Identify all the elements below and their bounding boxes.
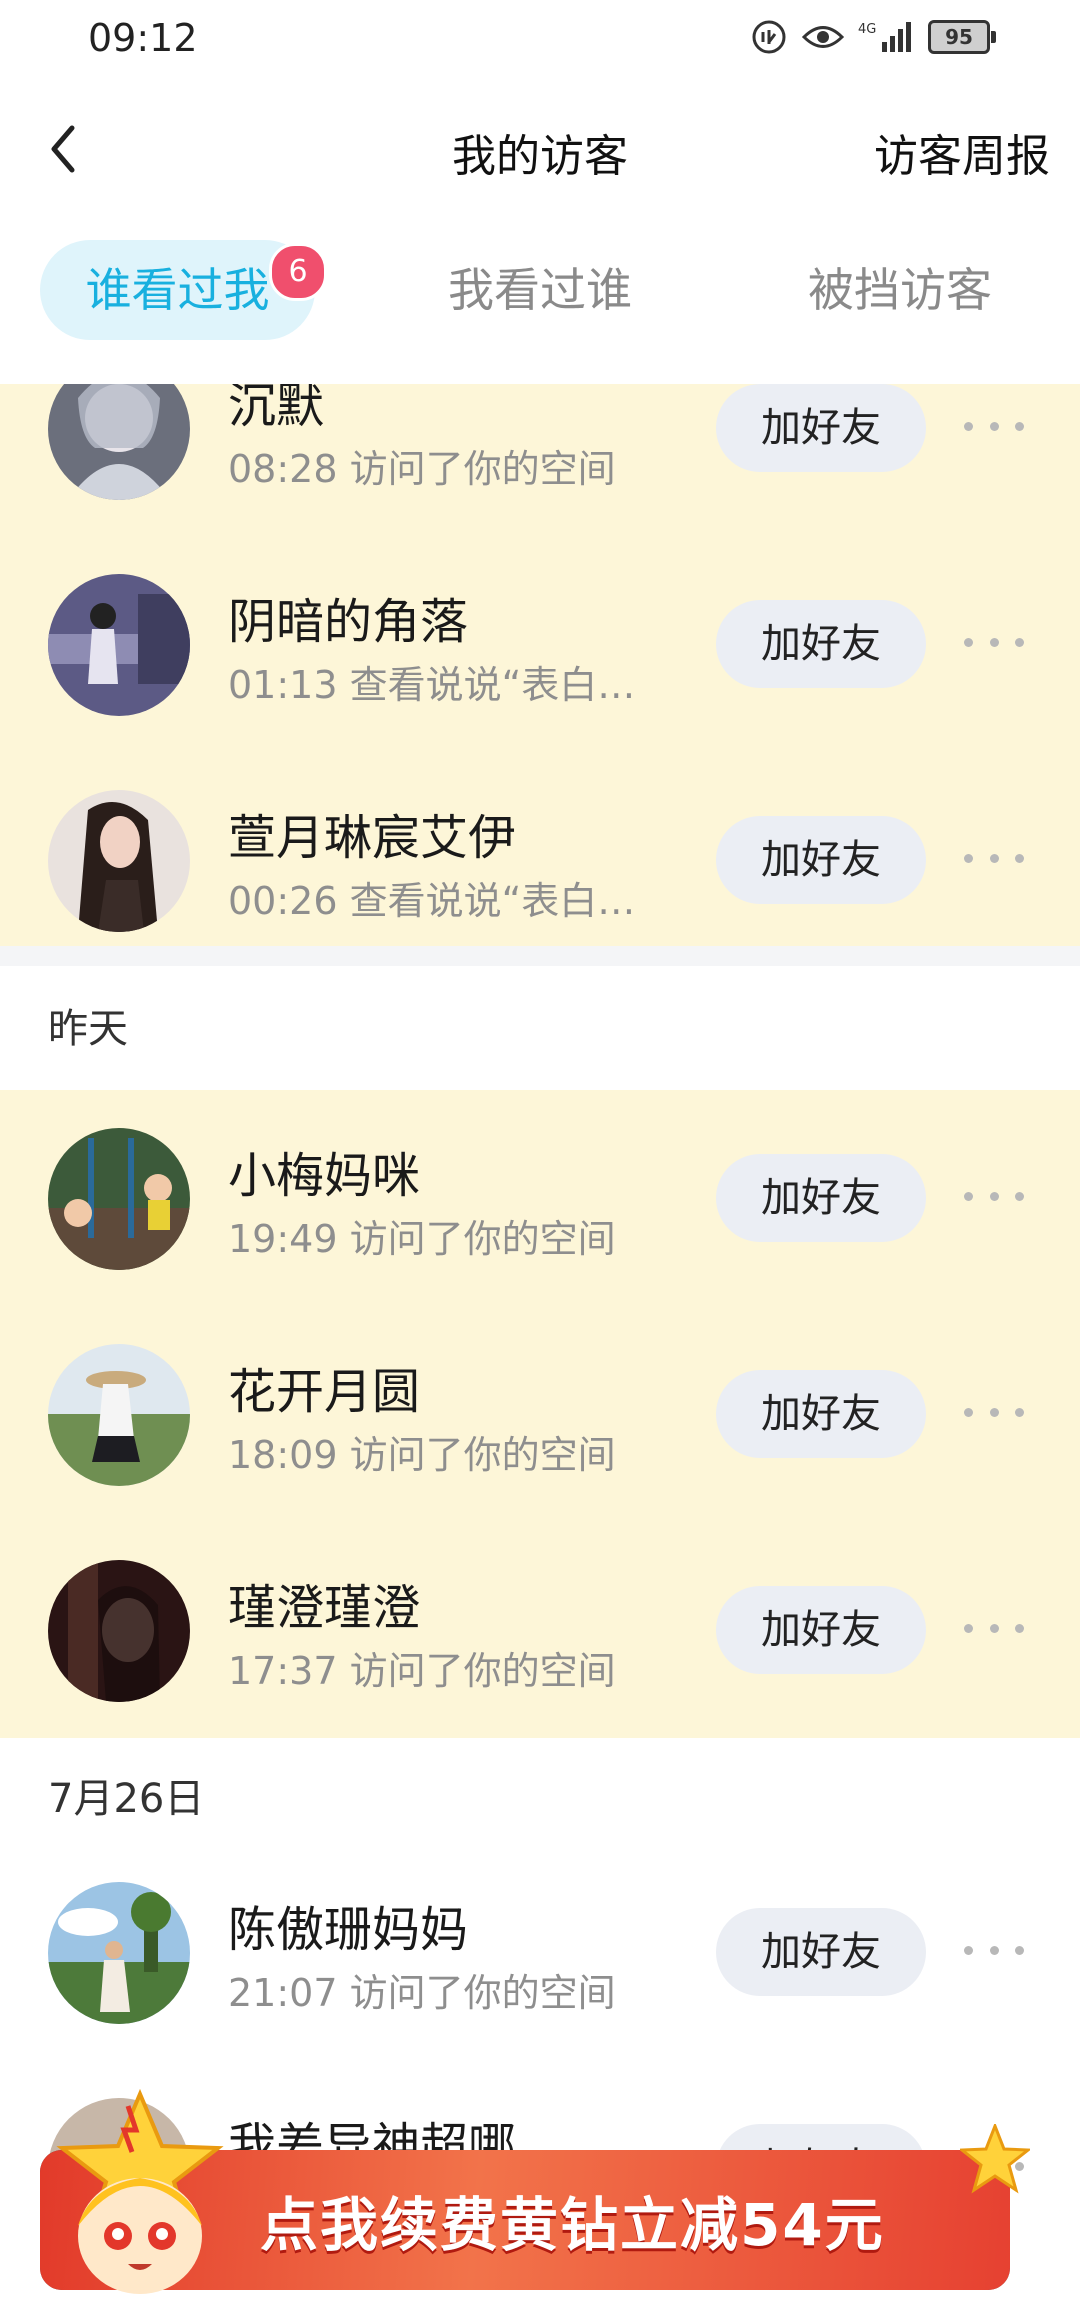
tab-who-i-viewed[interactable]: 我看过谁 (420, 240, 660, 340)
unread-badge: 6 (269, 243, 327, 301)
signal-icon: 4G (858, 20, 914, 54)
avatar[interactable] (48, 384, 190, 500)
section-label: 昨天 (48, 1006, 128, 1052)
more-icon[interactable] (964, 622, 1024, 662)
list-item[interactable]: 瑾澄瑾澄 17:37 访问了你的空间 加好友 (0, 1522, 1080, 1738)
svg-text:4G: 4G (858, 22, 876, 37)
more-icon[interactable] (964, 1608, 1024, 1648)
list-item[interactable]: 萱月琳宸艾伊 00:26 查看说说“表白… 加好友 (0, 752, 1080, 968)
more-icon[interactable] (964, 1176, 1024, 1216)
visit-description: 00:26 查看说说“表白… (228, 879, 636, 923)
more-icon[interactable] (964, 838, 1024, 878)
list-item[interactable]: 花开月圆 18:09 访问了你的空间 加好友 (0, 1306, 1080, 1522)
battery-icon: 95 (928, 20, 996, 54)
visitor-name: 陈傲珊妈妈 (228, 1902, 469, 1958)
avatar[interactable] (48, 1560, 190, 1702)
list-item[interactable]: 小梅妈咪 19:49 访问了你的空间 加好友 (0, 1090, 1080, 1306)
add-friend-button[interactable]: 加好友 (716, 1908, 926, 1996)
banner-text: 点我续费黄钻立减54元 (260, 2191, 885, 2259)
section-divider (0, 946, 1080, 966)
visit-description: 18:09 访问了你的空间 (228, 1433, 616, 1477)
status-bar: 09:12 4G 95 (0, 0, 1080, 80)
header: 我的访客 访客周报 (0, 100, 1080, 200)
status-time: 09:12 (88, 16, 198, 60)
avatar[interactable] (48, 1128, 190, 1270)
section-header-yesterday: 昨天 (0, 966, 1080, 1072)
section-label: 7月26日 (48, 1776, 205, 1822)
visit-description: 01:13 查看说说“表白… (228, 663, 636, 707)
back-button[interactable] (30, 114, 100, 184)
add-friend-button[interactable]: 加好友 (716, 384, 926, 472)
list-item[interactable]: 阴暗的角落 01:13 查看说说“表白… 加好友 (0, 536, 1080, 752)
list-item[interactable]: 沉默 08:28 访问了你的空间 加好友 (0, 384, 1080, 536)
visitor-name: 瑾澄瑾澄 (228, 1580, 421, 1636)
more-icon[interactable] (964, 1930, 1024, 1970)
add-friend-button[interactable]: 加好友 (716, 1370, 926, 1458)
mascot-icon (40, 2086, 240, 2312)
visitor-name: 沉默 (228, 384, 325, 434)
visitor-name: 萱月琳宸艾伊 (228, 810, 517, 866)
star-icon (957, 2121, 1033, 2194)
avatar[interactable] (48, 1882, 190, 2024)
visitor-list: 沉默 08:28 访问了你的空间 加好友 阴暗的角落 01:13 查看说说“表白… (0, 384, 1080, 2312)
list-item[interactable]: 陈傲珊妈妈 21:07 访问了你的空间 加好友 (0, 1844, 1080, 2060)
tab-bar: 谁看过我 我看过谁 被挡访客 (0, 240, 1080, 360)
more-icon[interactable] (964, 1392, 1024, 1432)
visitor-name: 花开月圆 (228, 1364, 421, 1420)
add-friend-button[interactable]: 加好友 (716, 1154, 926, 1242)
avatar[interactable] (48, 574, 190, 716)
chevron-left-icon (51, 125, 75, 173)
data-saver-icon (750, 18, 788, 56)
more-icon[interactable] (964, 406, 1024, 446)
add-friend-button[interactable]: 加好友 (716, 1586, 926, 1674)
avatar[interactable] (48, 1344, 190, 1486)
visit-description: 17:37 访问了你的空间 (228, 1649, 616, 1693)
add-friend-button[interactable]: 加好友 (716, 816, 926, 904)
visitor-name: 小梅妈咪 (228, 1148, 421, 1204)
status-icons: 4G 95 (750, 18, 996, 56)
visit-description: 19:49 访问了你的空间 (228, 1217, 616, 1261)
add-friend-button[interactable]: 加好友 (716, 600, 926, 688)
tab-blocked-visitors[interactable]: 被挡访客 (790, 240, 1010, 340)
visit-description: 21:07 访问了你的空间 (228, 1971, 616, 2015)
visitor-name: 阴暗的角落 (228, 594, 469, 650)
weekly-report-link[interactable]: 访客周报 (874, 120, 1050, 184)
eye-icon (802, 22, 844, 52)
visit-description: 08:28 访问了你的空间 (228, 447, 616, 491)
avatar[interactable] (48, 790, 190, 932)
section-header-date: 7月26日 (0, 1738, 1080, 1838)
